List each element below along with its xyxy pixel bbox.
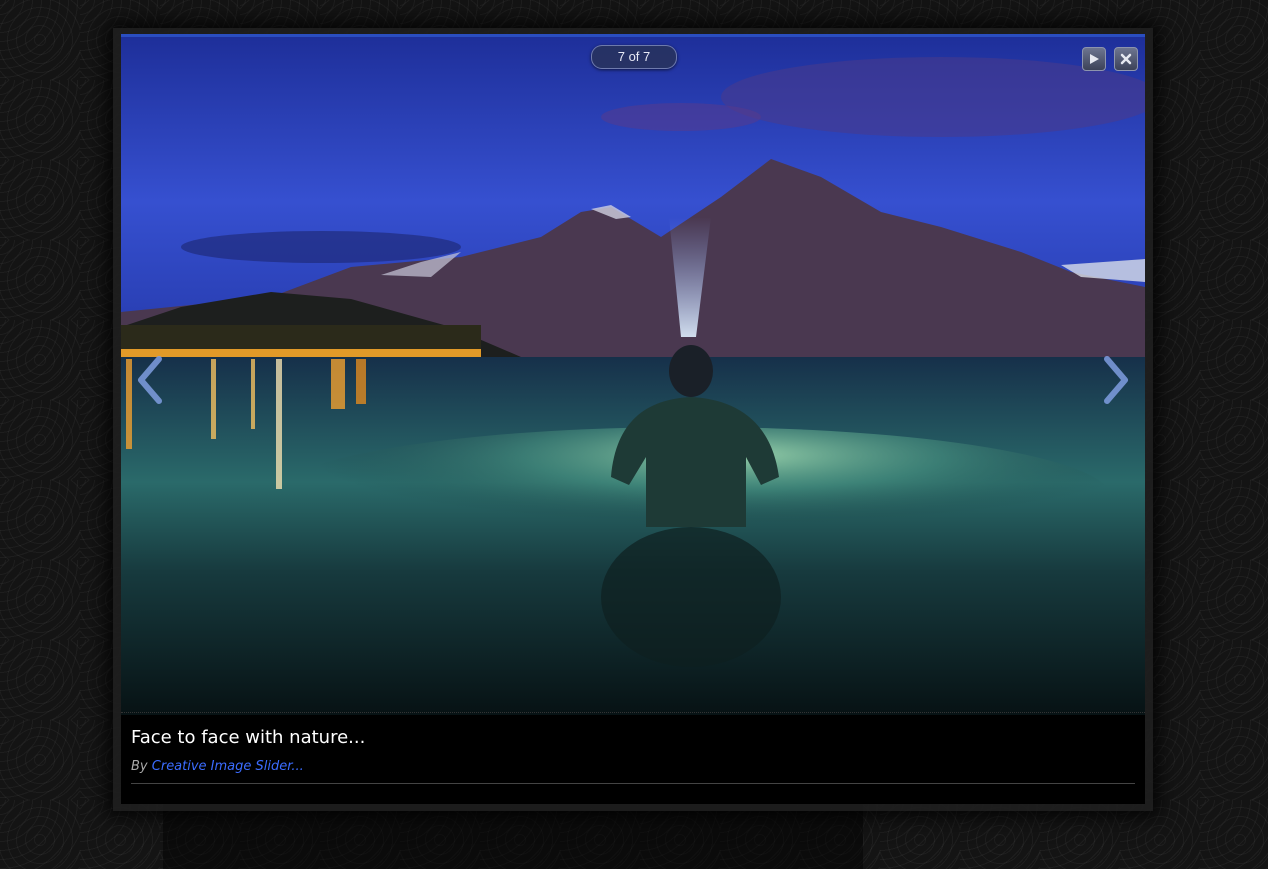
lightbox-reflection	[163, 803, 863, 869]
slideshow-play-button[interactable]	[1082, 47, 1106, 71]
chevron-right-icon	[1104, 356, 1128, 404]
chevron-left-icon	[138, 356, 162, 404]
close-icon	[1120, 53, 1132, 65]
caption-divider	[131, 783, 1135, 784]
previous-slide-button[interactable]	[133, 355, 165, 405]
slide-image: 7 of 7	[121, 34, 1145, 715]
play-icon	[1090, 54, 1099, 64]
lightbox-content: 7 of 7 Face to face with nature... By Cr…	[121, 34, 1145, 804]
close-button[interactable]	[1114, 47, 1138, 71]
byline-prefix: By	[131, 759, 148, 774]
next-slide-button[interactable]	[1101, 355, 1133, 405]
lightbox-overlay: 7 of 7 Face to face with nature... By Cr…	[113, 28, 1153, 811]
caption-title: Face to face with nature...	[131, 727, 366, 748]
slide-counter: 7 of 7	[591, 45, 677, 69]
caption-byline: By Creative Image Slider...	[131, 759, 304, 774]
author-link[interactable]: Creative Image Slider...	[152, 759, 304, 774]
slide-caption: Face to face with nature... By Creative …	[121, 712, 1145, 805]
